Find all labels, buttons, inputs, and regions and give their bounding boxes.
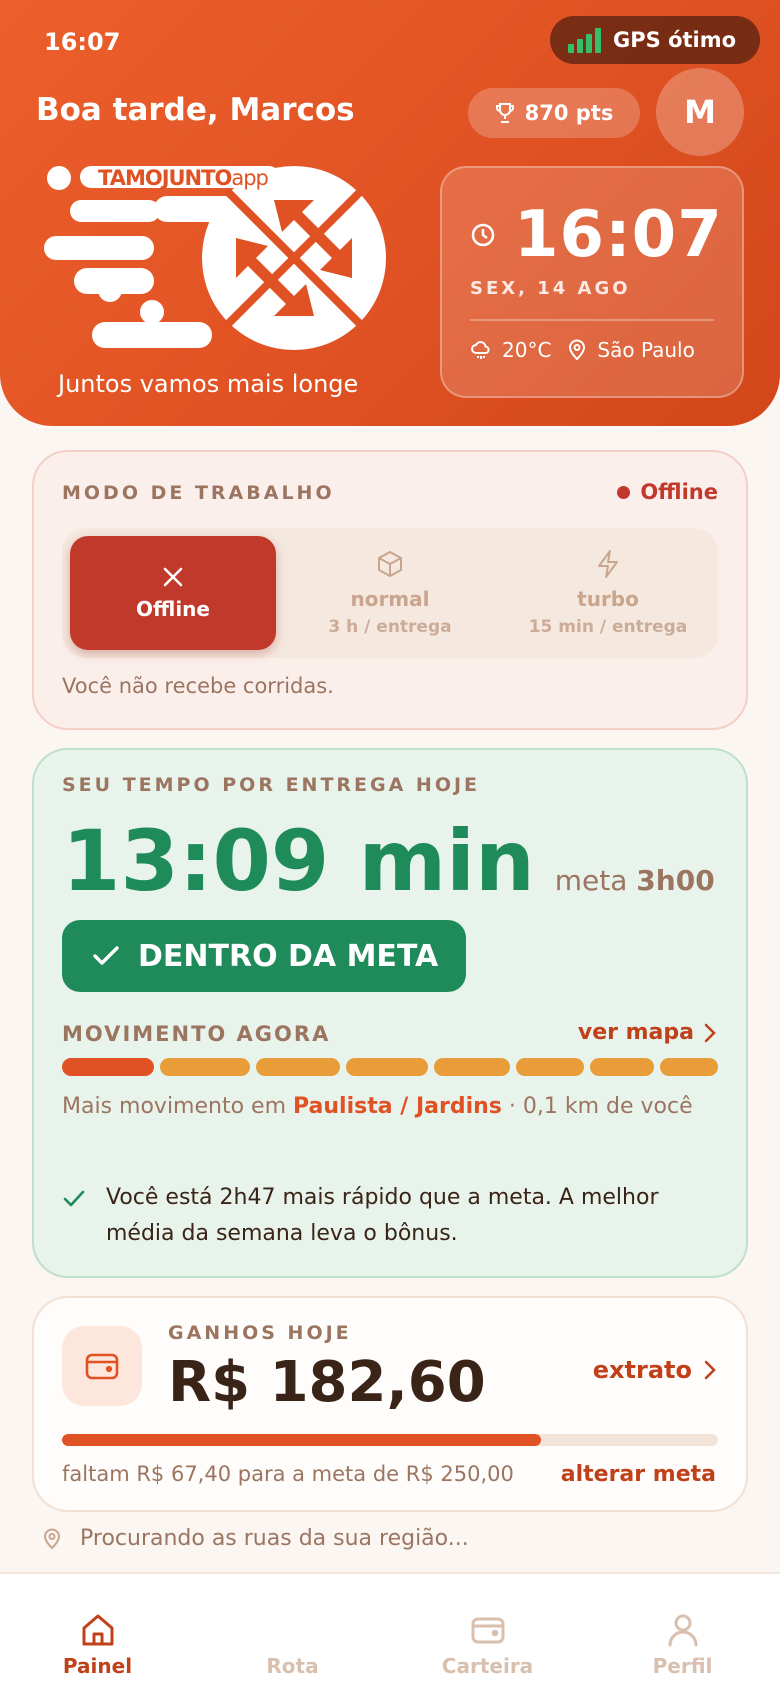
tamojunto-logo bbox=[44, 166, 386, 350]
chevron-right-icon bbox=[704, 1023, 716, 1042]
view-map-link[interactable]: ver mapa bbox=[578, 1020, 716, 1045]
earnings-progress bbox=[62, 1434, 718, 1446]
status-time: 16:07 bbox=[44, 28, 121, 56]
delivery-time-value: 13:09 min bbox=[62, 812, 535, 910]
bolt-icon bbox=[598, 550, 618, 578]
clock-date: SEX, 14 AGO bbox=[470, 278, 631, 299]
wallet-icon bbox=[471, 1617, 504, 1644]
clock-card: 16:07 SEX, 14 AGO 20°C São Paulo bbox=[440, 166, 744, 398]
check-icon bbox=[93, 946, 119, 965]
mode-subtitle: 15 min / entrega bbox=[528, 617, 688, 637]
statement-link[interactable]: extrato bbox=[593, 1356, 716, 1384]
chevron-right-icon bbox=[704, 1360, 716, 1380]
greeting: Boa tarde, Marcos bbox=[36, 92, 355, 128]
movement-bar bbox=[256, 1058, 340, 1076]
home-icon bbox=[82, 1614, 113, 1646]
movement-bars bbox=[62, 1058, 718, 1076]
user-icon bbox=[668, 1614, 697, 1647]
slogan: Juntos vamos mais longe bbox=[58, 370, 359, 398]
mode-label: normal bbox=[350, 587, 430, 611]
goal-remaining-text: faltam R$ 67,40 para a meta de R$ 250,00 bbox=[62, 1462, 514, 1486]
divider bbox=[470, 319, 714, 321]
points-badge[interactable]: 870 pts bbox=[468, 88, 640, 138]
tip: Você está 2h47 mais rápido que a meta. A… bbox=[62, 1180, 716, 1252]
earnings-progress-fill bbox=[62, 1434, 541, 1446]
earnings-value: R$ 182,60 bbox=[168, 1350, 486, 1415]
goal-text: meta 3h00 bbox=[554, 864, 715, 897]
location-pin-icon bbox=[569, 339, 586, 361]
brand-name: TAMOJUNTOapp bbox=[98, 166, 269, 190]
mode-subtitle: 3 h / entrega bbox=[328, 617, 452, 637]
earnings-title: GANHOS HOJE bbox=[168, 1322, 352, 1344]
header: 16:07 GPS ótimo Boa tarde, Marcos 870 pt… bbox=[0, 0, 780, 426]
box-icon bbox=[378, 550, 402, 578]
check-icon bbox=[63, 1190, 85, 1207]
clock-icon bbox=[471, 223, 495, 247]
work-mode-selector: Offline normal 3 h / entrega turbo 15 mi… bbox=[62, 528, 718, 658]
temperature: 20°C bbox=[502, 338, 552, 362]
mode-option-normal[interactable]: normal 3 h / entrega bbox=[284, 536, 496, 650]
movement-bar bbox=[346, 1058, 428, 1076]
mode-option-turbo[interactable]: turbo 15 min / entrega bbox=[502, 536, 714, 650]
wallet-icon bbox=[62, 1326, 142, 1406]
status-dot bbox=[617, 485, 631, 499]
cloud-rain-icon bbox=[471, 341, 490, 359]
movement-bar bbox=[62, 1058, 154, 1076]
movement-bar bbox=[434, 1058, 510, 1076]
movement-bar bbox=[590, 1058, 654, 1076]
trophy-icon bbox=[495, 103, 514, 123]
change-goal-link[interactable]: alterar meta bbox=[561, 1462, 716, 1487]
clock-time: 16:07 bbox=[514, 198, 723, 272]
delivery-time-title: SEU TEMPO POR ENTREGA HOJE bbox=[62, 774, 481, 796]
mode-note: Você não recebe corridas. bbox=[62, 674, 334, 698]
delivery-time-card: SEU TEMPO POR ENTREGA HOJE 13:09 min met… bbox=[32, 748, 748, 1278]
movement-bar bbox=[660, 1058, 718, 1076]
mode-label: turbo bbox=[577, 587, 639, 611]
location-pin-icon bbox=[43, 1528, 61, 1549]
city: São Paulo bbox=[597, 338, 695, 362]
work-mode-title: MODO DE TRABALHO bbox=[62, 482, 335, 504]
avatar[interactable]: M bbox=[656, 68, 744, 156]
movement-text: Mais movimento em Paulista / Jardins · 0… bbox=[62, 1094, 693, 1119]
nav-item-carteira[interactable]: Carteira bbox=[390, 1574, 585, 1688]
bottom-nav: Painel Rota Carteira Perfil bbox=[0, 1572, 780, 1688]
gps-status-pill[interactable]: GPS ótimo bbox=[550, 16, 760, 64]
earnings-card: GANHOS HOJE R$ 182,60 extrato faltam R$ … bbox=[32, 1296, 748, 1512]
mode-label: Offline bbox=[136, 597, 210, 621]
nav-item-perfil[interactable]: Perfil bbox=[585, 1574, 780, 1688]
signal-icon bbox=[568, 27, 601, 53]
searching-status: Procurando as ruas da sua região... bbox=[42, 1526, 469, 1551]
status-badge: Offline bbox=[617, 480, 718, 504]
mode-option-offline[interactable]: Offline bbox=[70, 536, 276, 650]
points-label: 870 pts bbox=[524, 101, 614, 125]
nav-item-rota[interactable]: Rota bbox=[195, 1574, 390, 1688]
work-mode-card: MODO DE TRABALHO Offline Offline normal … bbox=[32, 450, 748, 730]
movement-bar bbox=[160, 1058, 250, 1076]
within-goal-badge: DENTRO DA META bbox=[62, 920, 466, 992]
gps-label: GPS ótimo bbox=[613, 28, 737, 52]
nav-item-painel[interactable]: Painel bbox=[0, 1574, 195, 1688]
movement-title: MOVIMENTO AGORA bbox=[62, 1022, 331, 1046]
movement-bar bbox=[516, 1058, 584, 1076]
route-icon bbox=[275, 1612, 311, 1648]
close-icon bbox=[163, 567, 183, 587]
